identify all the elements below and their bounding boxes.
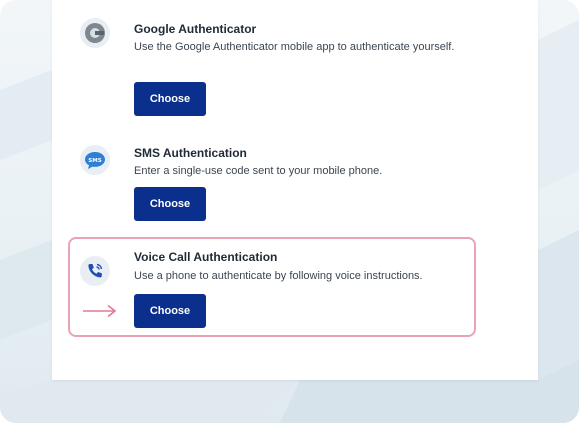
method-description: Enter a single-use code sent to your mob… — [134, 165, 383, 177]
choose-sms-authentication-button[interactable]: Choose — [134, 187, 206, 221]
method-title: Google Authenticator — [134, 22, 257, 36]
svg-text:SMS: SMS — [88, 158, 101, 164]
sms-icon: SMS — [80, 145, 110, 175]
highlight-box — [68, 237, 476, 337]
arrow-right-icon — [83, 304, 117, 318]
method-title: SMS Authentication — [134, 146, 247, 160]
method-description: Use the Google Authenticator mobile app … — [134, 41, 455, 53]
google-authenticator-icon — [80, 18, 110, 48]
screenshot-frame: Google Authenticator Use the Google Auth… — [0, 0, 579, 423]
choose-google-authenticator-button[interactable]: Choose — [134, 82, 206, 116]
